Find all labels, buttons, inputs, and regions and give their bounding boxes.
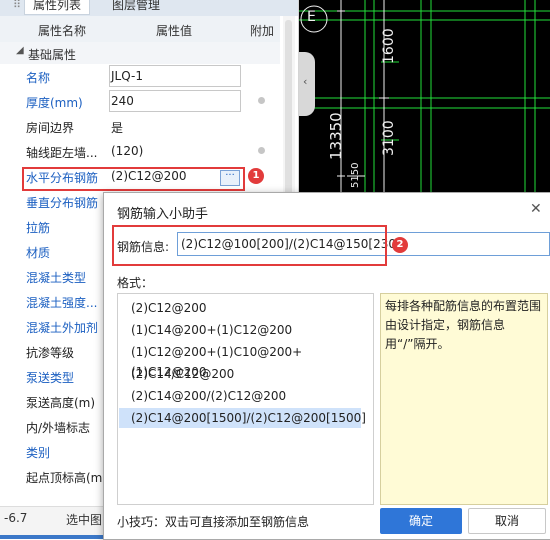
property-name: 名称 [26,71,51,85]
format-list[interactable]: (2)C12@200 (1)C14@200+(1)C12@200 (1)C12@20… [117,293,374,505]
badge-step-2: 2 [392,237,408,253]
close-icon[interactable]: ✕ [530,201,542,217]
tip-text: 小技巧：双击可直接添加至钢筋信息 [117,515,310,529]
collapse-arrow-icon[interactable]: ‹ [303,75,307,88]
property-name: 轴线距左墙... [26,146,98,160]
cad-drawing-area[interactable]: E 1600 13350 3100 5150 [299,0,550,192]
format-hint-box: 每排各种配筋信息的布置范围由设计指定，钢筋信息用“/”隔开。 [380,293,548,505]
property-value[interactable]: 240 [111,94,134,108]
property-row[interactable]: 轴线距左墙... (120) [0,139,280,164]
cad-dim-13350: 13350 [327,112,345,160]
property-name: 混凝土外加剂 [26,321,99,335]
cad-drawing [299,0,550,192]
property-name: 垂直分布钢筋 [26,196,99,210]
property-value[interactable]: 是 [111,119,123,136]
cad-dim-1600: 1600 [381,28,397,64]
cad-axis-letter: E [307,9,316,25]
panel-collapse-handle[interactable]: ‹ [299,52,315,116]
status-coordinate: -6.7 [4,511,28,525]
property-row[interactable]: 名称 JLQ-1 [0,64,280,89]
highlight-rebar-info [112,225,387,266]
drag-grip-icon[interactable]: ⠿ [13,0,21,11]
property-row[interactable]: 房间边界 是 [0,114,280,139]
panel-tabs: ⠿ 属性列表 图层管理 [0,0,298,16]
column-header-value: 属性值 [156,24,193,38]
group-label: 基础属性 [28,48,77,62]
format-list-item[interactable]: (2)C14@200[1500]/(2)C12@200[1500] [119,408,366,428]
dialog-title: 钢筋输入小助手 [117,207,209,222]
cancel-button[interactable]: 取消 [468,508,546,534]
tab-properties[interactable]: 属性列表 [24,0,91,15]
format-list-item[interactable]: (1)C14@200+(1)C12@200 [119,320,374,340]
property-value[interactable]: (120) [111,144,143,158]
badge-step-1: 1 [248,168,264,184]
property-name: 混凝土强度... [26,296,98,310]
property-value[interactable]: JLQ-1 [111,69,143,83]
group-basic-properties[interactable]: ◢ 基础属性 [0,42,280,64]
property-name: 房间边界 [26,121,75,135]
property-name: 起点顶标高(m) [26,471,108,485]
cad-dim-5150: 5150 [350,162,361,188]
property-table-header: 属性名称 属性值 附加 [0,16,280,43]
property-name: 抗渗等级 [26,346,75,360]
extra-indicator-icon [258,147,265,154]
format-list-item[interactable]: (1)C12@200+(1)C10@200+(1)C12@200 [119,342,374,379]
tab-layers[interactable]: 图层管理 [104,0,168,14]
property-name: 厚度(mm) [26,96,83,110]
format-hint-text: 每排各种配筋信息的布置范围由设计指定，钢筋信息用“/”隔开。 [385,299,542,351]
property-name: 混凝土类型 [26,271,87,285]
column-header-name: 属性名称 [38,24,87,38]
format-list-item[interactable]: (2)C14@200/(2)C12@200 [119,386,374,406]
property-name: 类别 [26,446,51,460]
property-name: 材质 [26,246,51,260]
column-header-extra: 附加 [250,24,275,38]
highlight-horizontal-rebar [22,167,245,191]
property-name: 拉筋 [26,221,51,235]
format-list-item[interactable]: (2)C12@200 [119,298,374,318]
status-selection: 选中图 [66,513,103,527]
format-list-item[interactable]: (2)C14/C12@200 [119,364,374,384]
cad-dim-3100: 3100 [381,120,397,156]
ok-button[interactable]: 确定 [380,508,462,534]
property-row[interactable]: 厚度(mm) 240 [0,89,280,114]
property-name: 泵送高度(m) [26,396,96,410]
collapse-triangle-icon[interactable]: ◢ [16,45,24,56]
extra-indicator-icon [258,97,265,104]
property-name: 内/外墙标志 [26,421,91,435]
property-name: 泵送类型 [26,371,75,385]
format-label: 格式： [117,276,154,290]
